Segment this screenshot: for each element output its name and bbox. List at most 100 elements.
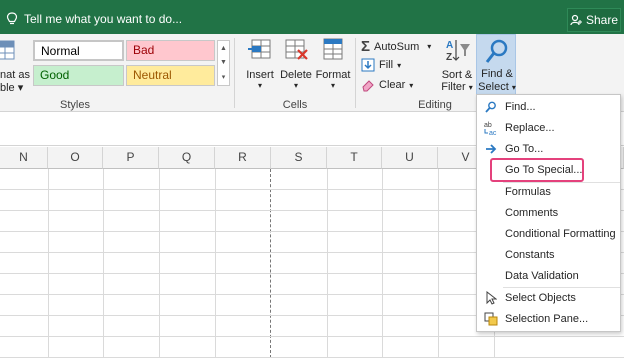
magnifier-icon — [481, 97, 501, 117]
eraser-icon — [362, 80, 374, 92]
find-select-label-2: Select ▾ — [478, 81, 516, 93]
menu-item-find[interactable]: Find... — [477, 97, 620, 117]
menu-item-label: Formulas — [505, 186, 551, 198]
column-header-n[interactable]: N — [0, 147, 48, 169]
cells-group-label: Cells — [282, 99, 308, 111]
column-header-r[interactable]: R — [215, 147, 271, 169]
tell-me-text: Tell me what you want to do... — [24, 12, 183, 26]
menu-item-replace[interactable]: ab ac Replace... — [477, 118, 620, 138]
delete-label: Delete — [280, 69, 312, 81]
svg-text:ab: ab — [484, 122, 492, 129]
tell-me-box[interactable]: Tell me what you want to do... — [6, 12, 182, 26]
format-as-table-label-2: ble ▾ — [0, 82, 24, 94]
separator — [234, 38, 235, 108]
gridline — [159, 169, 160, 358]
scroll-up-icon[interactable]: ▲ — [220, 45, 227, 52]
page-break-line — [270, 169, 271, 358]
gridline — [215, 169, 216, 358]
svg-text:ac: ac — [489, 130, 497, 136]
column-header-t[interactable]: T — [327, 147, 382, 169]
menu-item-selection-pane[interactable]: Selection Pane... — [477, 309, 620, 329]
share-button[interactable]: Share — [567, 8, 621, 32]
find-select-button[interactable]: Find & Select ▾ — [476, 34, 516, 96]
more-icon[interactable]: ▾ — [222, 73, 226, 81]
format-label: Format — [315, 69, 351, 81]
scroll-down-icon[interactable]: ▼ — [220, 59, 227, 66]
chevron-down-icon: ▾ — [397, 60, 402, 70]
format-icon — [323, 38, 343, 60]
menu-item-comments[interactable]: Comments — [477, 203, 620, 223]
menu-item-label: Data Validation — [505, 270, 579, 282]
column-header-p[interactable]: P — [103, 147, 159, 169]
style-good[interactable]: Good — [33, 65, 124, 86]
column-header-q[interactable]: Q — [159, 147, 215, 169]
title-bar: Tell me what you want to do... Share — [0, 0, 624, 34]
fill-button[interactable]: Fill ▾ — [361, 58, 401, 72]
style-bad[interactable]: Bad — [126, 40, 215, 61]
gridline — [438, 169, 439, 358]
sort-filter-icon: A Z — [446, 40, 470, 63]
delete-icon — [285, 39, 308, 60]
delete-button[interactable]: Delete ▾ — [279, 36, 313, 90]
editing-group-label: Editing — [418, 99, 452, 111]
separator — [355, 38, 356, 108]
format-as-table-button[interactable]: nat as ble ▾ — [0, 38, 30, 94]
sort-filter-label-2: Filter ▾ — [441, 81, 473, 93]
style-normal[interactable]: Normal — [33, 40, 124, 61]
go-to-special-highlight — [490, 158, 584, 182]
style-neutral[interactable]: Neutral — [126, 65, 215, 86]
column-header-s[interactable]: S — [271, 147, 327, 169]
format-as-table-label-1: nat as — [0, 69, 30, 81]
selection-pane-icon — [481, 309, 501, 329]
menu-item-label: Replace... — [505, 122, 555, 134]
insert-button[interactable]: Insert ▾ — [243, 36, 277, 90]
menu-item-label: Select Objects — [505, 292, 576, 304]
fill-label: Fill — [379, 59, 394, 71]
insert-label: Insert — [246, 69, 274, 81]
lightbulb-icon — [6, 12, 18, 25]
find-select-label-1: Find & — [481, 68, 513, 80]
format-as-table-icon — [0, 40, 15, 60]
gridline — [0, 336, 624, 337]
pointer-icon — [481, 288, 501, 308]
chevron-down-icon: ▾ — [409, 80, 414, 90]
gridline — [103, 169, 104, 358]
sigma-icon: Σ — [361, 38, 371, 55]
chevron-down-icon: ▾ — [257, 81, 262, 90]
gridline — [382, 169, 383, 358]
format-button[interactable]: Format ▾ — [315, 36, 351, 90]
clear-button[interactable]: Clear ▾ — [361, 78, 413, 92]
menu-item-data-validation[interactable]: Data Validation — [477, 266, 620, 286]
find-select-menu: Find... ab ac Replace... Go To... Go To S… — [476, 94, 621, 332]
menu-item-label: Conditional Formatting — [505, 228, 616, 240]
column-header-u[interactable]: U — [382, 147, 438, 169]
magnifier-icon — [485, 39, 508, 63]
arrow-right-icon — [481, 139, 501, 159]
menu-item-formulas[interactable]: Formulas — [477, 182, 620, 202]
fill-down-icon — [361, 58, 375, 72]
column-header-o[interactable]: O — [48, 147, 103, 169]
gridline — [327, 169, 328, 358]
menu-item-select-objects[interactable]: Select Objects — [477, 288, 620, 308]
gridline — [48, 169, 49, 358]
sort-filter-label-1: Sort & — [441, 69, 473, 81]
menu-item-label: Selection Pane... — [505, 313, 589, 325]
menu-item-label: Constants — [505, 249, 555, 261]
person-icon — [570, 14, 582, 26]
chevron-down-icon: ▾ — [330, 81, 335, 90]
replace-icon: ab ac — [481, 118, 501, 138]
menu-item-go-to[interactable]: Go To... — [477, 139, 620, 159]
menu-item-conditional-formatting[interactable]: Conditional Formatting — [477, 224, 620, 244]
share-label: Share — [585, 13, 619, 27]
autosum-button[interactable]: Σ AutoSum ▾ — [361, 38, 431, 55]
styles-gallery-scroll[interactable]: ▲ ▼ ▾ — [217, 40, 230, 86]
autosum-label: AutoSum — [374, 40, 420, 53]
svg-text:A: A — [446, 40, 453, 51]
insert-icon — [248, 39, 271, 59]
menu-item-constants[interactable]: Constants — [477, 245, 620, 265]
sort-filter-button[interactable]: A Z Sort & Filter ▾ — [440, 36, 474, 93]
styles-group-label: Styles — [60, 99, 90, 111]
menu-item-label: Find... — [505, 101, 536, 113]
svg-text:Z: Z — [446, 52, 452, 63]
menu-item-label: Comments — [505, 207, 559, 219]
